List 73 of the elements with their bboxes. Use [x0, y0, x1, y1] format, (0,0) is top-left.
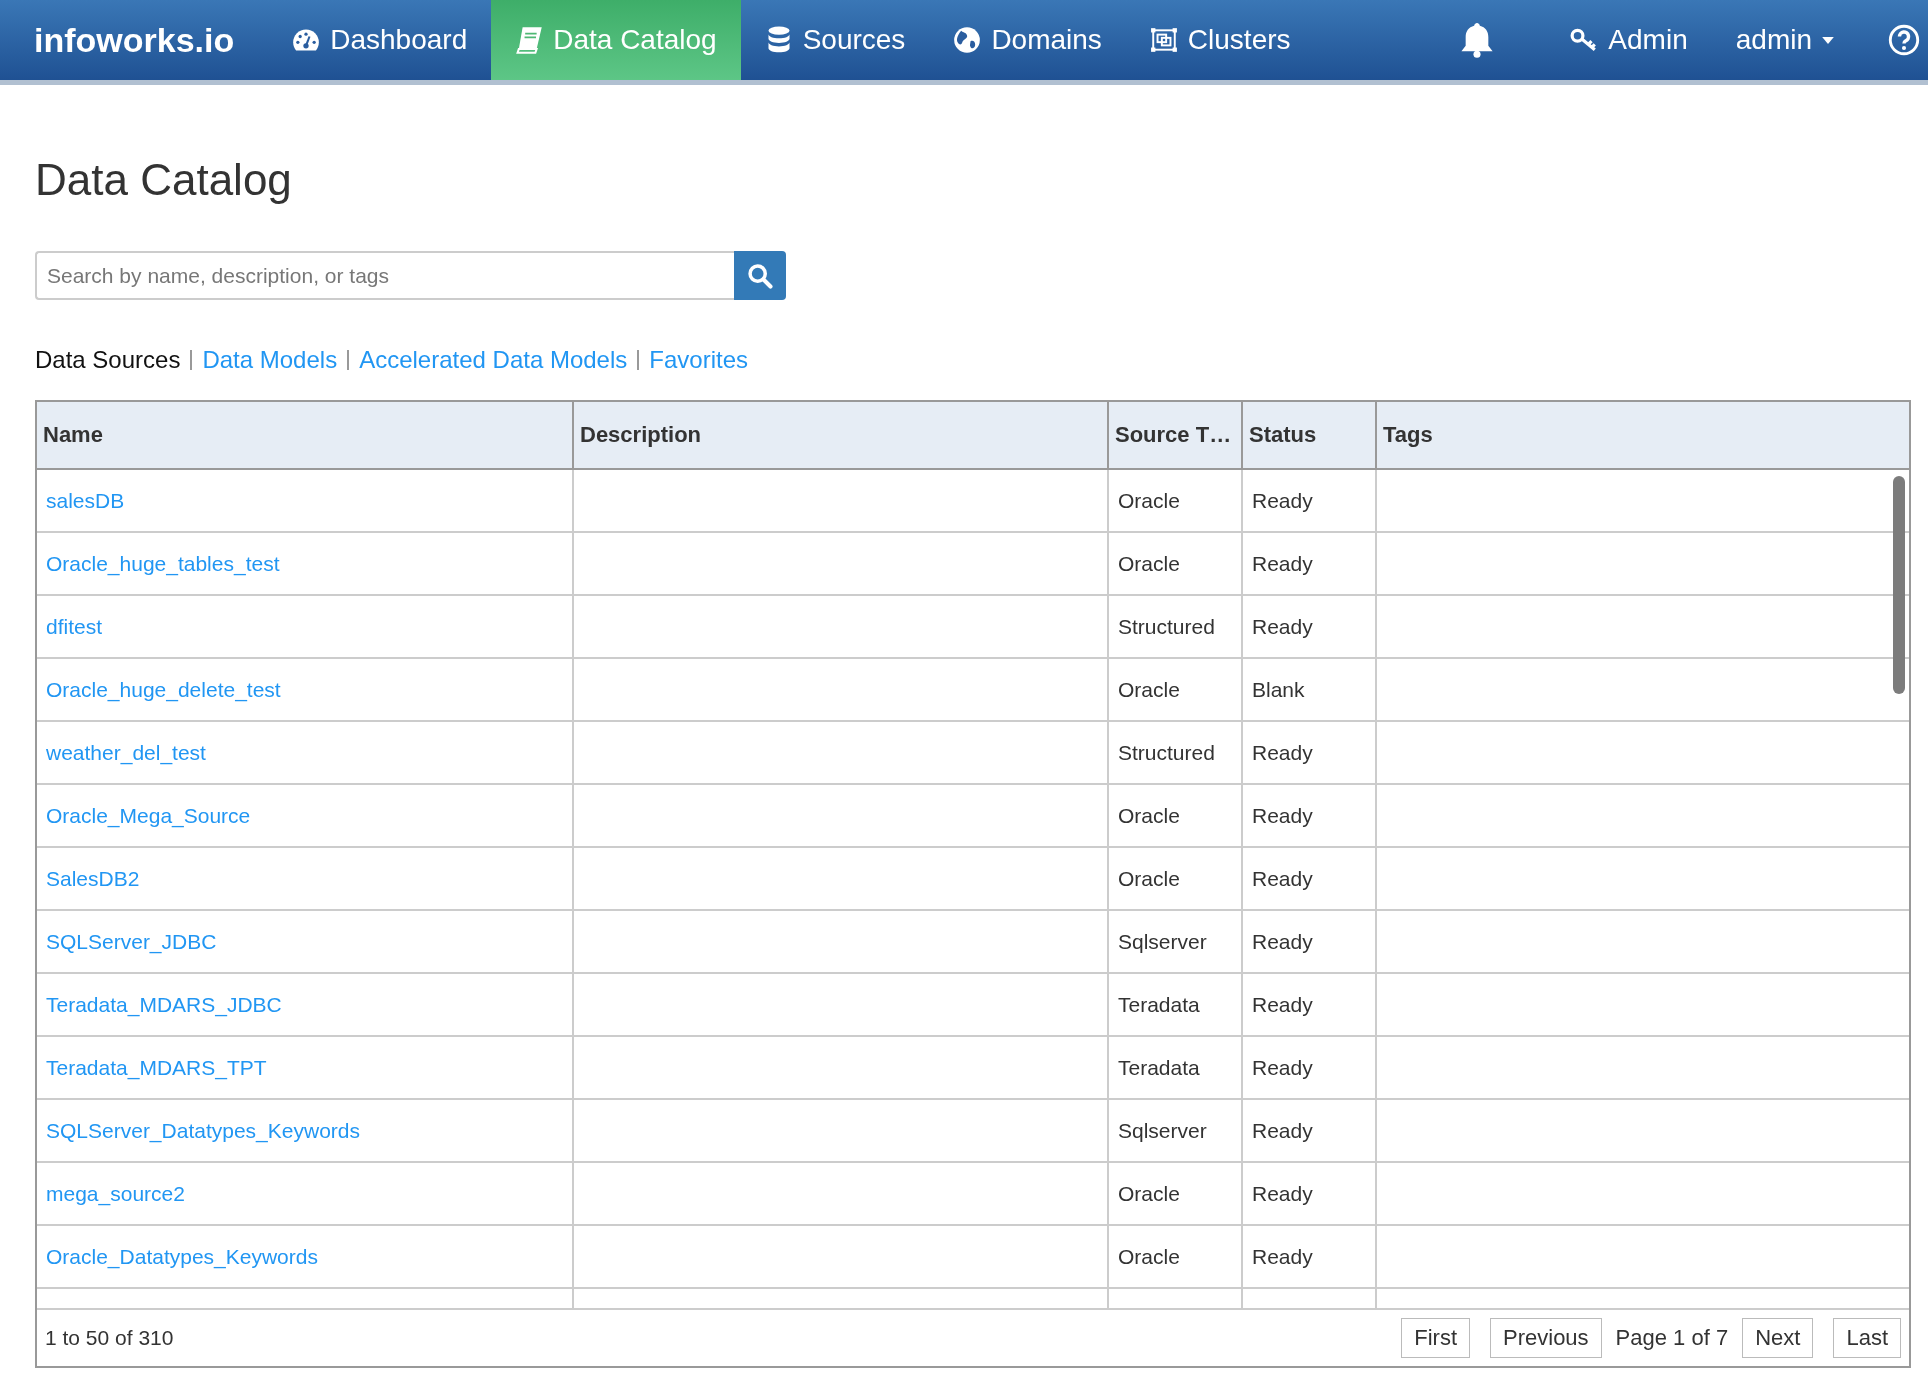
- user-menu[interactable]: admin: [1711, 0, 1858, 80]
- source-link[interactable]: weather_del_test: [46, 740, 206, 765]
- nav-item[interactable]: Domains: [929, 0, 1126, 80]
- table-cell: Ready: [1252, 803, 1313, 828]
- globe-icon: [953, 26, 982, 54]
- table-cell: Ready: [1252, 614, 1313, 639]
- table-cell: Blank: [1252, 677, 1305, 702]
- table-cell: Oracle: [1118, 551, 1180, 576]
- source-link[interactable]: salesDB: [46, 488, 125, 513]
- table-cell: Ready: [1252, 992, 1313, 1017]
- table-cell: Teradata: [1118, 992, 1200, 1017]
- nav-item[interactable]: Sources: [740, 0, 930, 80]
- page-indicator: Page 1 of 7: [1615, 1325, 1729, 1351]
- source-link[interactable]: Oracle_Mega_Source: [46, 803, 251, 828]
- table-cell: Ready: [1252, 866, 1313, 891]
- source-link[interactable]: Oracle_huge_tables_test: [46, 551, 280, 576]
- table-cell: Oracle: [1118, 803, 1180, 828]
- table-cell: Ready: [1252, 1118, 1313, 1143]
- table-cell: Sqlserver: [1118, 1118, 1207, 1143]
- source-link[interactable]: dfitest: [46, 614, 103, 639]
- caret-icon: [1822, 36, 1834, 44]
- table-cell: Structured: [1118, 740, 1215, 765]
- nav-item[interactable]: Admin: [1546, 0, 1712, 80]
- source-link[interactable]: SQLServer_Datatypes_Keywords: [46, 1118, 360, 1143]
- table-cell: Oracle: [1118, 1181, 1180, 1206]
- table-cell: Ready: [1252, 1244, 1313, 1269]
- column-header[interactable]: Description: [572, 402, 1107, 468]
- previous-page-button[interactable]: Previous: [1490, 1318, 1602, 1358]
- table-cell: Teradata: [1118, 1055, 1200, 1080]
- first-page-button[interactable]: First: [1401, 1318, 1470, 1358]
- table-cell: Sqlserver: [1118, 929, 1207, 954]
- search-button[interactable]: [734, 251, 786, 300]
- source-link[interactable]: SQLServer_JDBC: [46, 929, 217, 954]
- table-cell: Structured: [1118, 614, 1215, 639]
- help-icon: [1888, 24, 1920, 56]
- source-link[interactable]: SalesDB2: [46, 866, 140, 891]
- table-cell: Oracle: [1118, 488, 1180, 513]
- column-header[interactable]: Name: [37, 402, 572, 468]
- search-icon: [746, 261, 774, 290]
- logo[interactable]: infoworks.io: [0, 20, 269, 60]
- nav-item[interactable]: Dashboard: [268, 0, 492, 80]
- nav-item[interactable]: Clusters: [1125, 0, 1315, 80]
- source-link[interactable]: Oracle_Datatypes_Keywords: [46, 1244, 318, 1269]
- column-header[interactable]: Status: [1241, 402, 1375, 468]
- table-cell: Oracle: [1118, 1244, 1180, 1269]
- scrollbar[interactable]: [1893, 476, 1905, 694]
- tab[interactable]: Data Sources: [35, 346, 181, 374]
- page-title: Data Catalog: [35, 155, 293, 205]
- table-cell: Ready: [1252, 1181, 1313, 1206]
- table-cell: Oracle: [1118, 677, 1180, 702]
- search-field[interactable]: Search by name, description, or tags: [35, 251, 734, 300]
- table-cell: Ready: [1252, 551, 1313, 576]
- source-link[interactable]: Teradata_MDARS_TPT: [46, 1055, 267, 1080]
- tab[interactable]: Favorites: [649, 346, 748, 374]
- bell-icon: [1460, 21, 1495, 59]
- source-link[interactable]: Teradata_MDARS_JDBC: [46, 992, 282, 1017]
- table-cell: Ready: [1252, 1055, 1313, 1080]
- table-cell: Oracle: [1118, 866, 1180, 891]
- book-icon: [515, 26, 544, 54]
- table-cell: Ready: [1252, 488, 1313, 513]
- row-count: 1 to 50 of 310: [45, 1326, 174, 1350]
- source-link[interactable]: mega_source2: [46, 1181, 185, 1206]
- column-header[interactable]: Tags: [1375, 402, 1909, 468]
- next-page-button[interactable]: Next: [1742, 1318, 1814, 1358]
- table-cell: Ready: [1252, 740, 1313, 765]
- tab[interactable]: Accelerated Data Models: [359, 346, 628, 374]
- column-header[interactable]: Source T…: [1107, 402, 1241, 468]
- key-icon: [1570, 26, 1599, 54]
- last-page-button[interactable]: Last: [1833, 1318, 1901, 1358]
- tab[interactable]: Data Models: [202, 346, 338, 374]
- table-cell: Ready: [1252, 929, 1313, 954]
- source-link[interactable]: Oracle_huge_delete_test: [46, 677, 281, 702]
- cluster-icon: [1149, 26, 1178, 54]
